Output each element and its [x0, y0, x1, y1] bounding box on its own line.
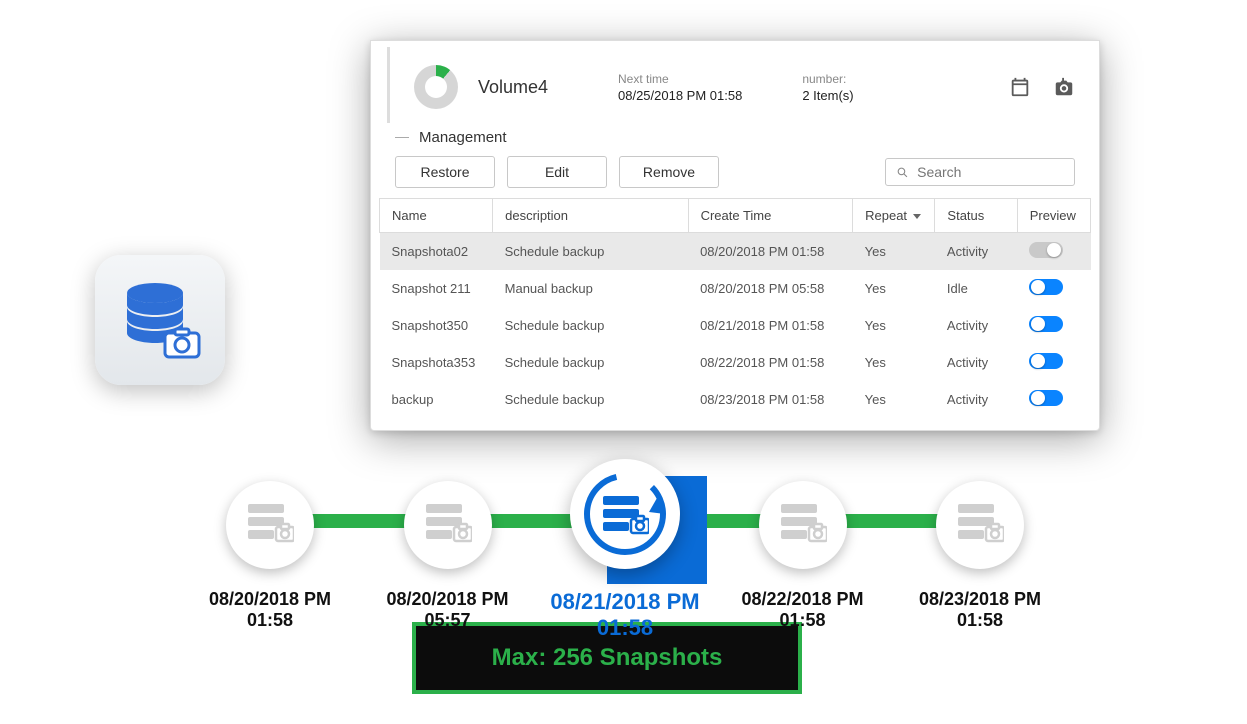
preview-toggle[interactable] — [1029, 316, 1063, 332]
search-box[interactable] — [885, 158, 1075, 186]
number-label: number: — [802, 72, 853, 86]
search-input[interactable] — [917, 164, 1064, 180]
cell-create-time: 08/23/2018 PM 01:58 — [688, 381, 853, 418]
timeline-label: 08/22/2018 PM 01:58 — [723, 589, 883, 631]
storage-snapshot-icon — [246, 500, 294, 549]
col-create-time[interactable]: Create Time — [688, 199, 853, 233]
cell-preview — [1017, 307, 1090, 344]
preview-toggle[interactable] — [1029, 353, 1063, 369]
cell-preview — [1017, 233, 1090, 271]
snapshot-count: number: 2 Item(s) — [802, 72, 853, 103]
cell-description: Schedule backup — [493, 233, 688, 271]
cell-status: Activity — [935, 344, 1017, 381]
cell-name: Snapshot 211 — [380, 270, 493, 307]
timeline-label: 08/20/2018 PM 01:58 — [190, 589, 350, 631]
timeline-circle — [759, 481, 847, 569]
storage-snapshot-icon — [956, 500, 1004, 549]
restore-cycle-icon — [581, 470, 669, 558]
cell-description: Schedule backup — [493, 381, 688, 418]
cell-repeat: Yes — [853, 344, 935, 381]
cell-repeat: Yes — [853, 270, 935, 307]
next-time-value: 08/25/2018 PM 01:58 — [618, 88, 742, 103]
timeline-node[interactable]: 08/20/2018 PM 05:57 — [368, 481, 528, 631]
remove-button[interactable]: Remove — [619, 156, 719, 188]
timeline-circle — [404, 481, 492, 569]
timeline-node[interactable]: 08/21/2018 PM 01:58 — [545, 470, 705, 641]
volume-usage-pie — [414, 65, 458, 109]
table-header-row: Name description Create Time Repeat Stat… — [380, 199, 1091, 233]
timeline-circle — [226, 481, 314, 569]
cell-status: Activity — [935, 233, 1017, 271]
timeline-label: 08/23/2018 PM 01:58 — [900, 589, 1060, 631]
edit-button[interactable]: Edit — [507, 156, 607, 188]
database-camera-icon — [115, 275, 205, 365]
cell-status: Activity — [935, 381, 1017, 418]
cell-name: Snapshota02 — [380, 233, 493, 271]
section-title: Management — [371, 123, 1099, 156]
search-icon — [896, 165, 909, 180]
header-meta: Next time 08/25/2018 PM 01:58 number: 2 … — [618, 72, 1009, 103]
cell-status: Activity — [935, 307, 1017, 344]
cell-name: Snapshota353 — [380, 344, 493, 381]
col-preview[interactable]: Preview — [1017, 199, 1090, 233]
snapshot-app-icon — [95, 255, 225, 385]
cell-create-time: 08/20/2018 PM 05:58 — [688, 270, 853, 307]
max-snapshots-text: Max: 256 Snapshots — [492, 644, 723, 671]
number-value: 2 Item(s) — [802, 88, 853, 103]
preview-toggle[interactable] — [1029, 390, 1063, 406]
toolbar: Restore Edit Remove — [371, 156, 1099, 198]
cell-repeat: Yes — [853, 233, 935, 271]
table-row[interactable]: Snapshota353Schedule backup08/22/2018 PM… — [380, 344, 1091, 381]
storage-snapshot-icon — [424, 500, 472, 549]
cell-preview — [1017, 381, 1090, 418]
cell-create-time: 08/20/2018 PM 01:58 — [688, 233, 853, 271]
restore-button[interactable]: Restore — [395, 156, 495, 188]
cell-status: Idle — [935, 270, 1017, 307]
cell-description: Schedule backup — [493, 307, 688, 344]
take-snapshot-icon[interactable] — [1053, 76, 1075, 98]
collapse-dash-icon[interactable] — [395, 137, 409, 138]
col-description[interactable]: description — [493, 199, 688, 233]
snapshot-management-panel: Volume4 Next time 08/25/2018 PM 01:58 nu… — [370, 40, 1100, 431]
table-row[interactable]: Snapshot 211Manual backup08/20/2018 PM 0… — [380, 270, 1091, 307]
storage-snapshot-icon — [779, 500, 827, 549]
cell-create-time: 08/22/2018 PM 01:58 — [688, 344, 853, 381]
cell-description: Manual backup — [493, 270, 688, 307]
preview-toggle[interactable] — [1029, 279, 1063, 295]
preview-toggle[interactable] — [1029, 242, 1063, 258]
cell-preview — [1017, 344, 1090, 381]
col-status[interactable]: Status — [935, 199, 1017, 233]
timeline-label: 08/20/2018 PM 05:57 — [368, 589, 528, 631]
timeline-label: 08/21/2018 PM 01:58 — [545, 589, 705, 641]
timeline-node[interactable]: 08/22/2018 PM 01:58 — [723, 481, 883, 631]
table-row[interactable]: backupSchedule backup08/23/2018 PM 01:58… — [380, 381, 1091, 418]
section-title-text: Management — [419, 129, 507, 146]
cell-description: Schedule backup — [493, 344, 688, 381]
timeline-circle — [936, 481, 1024, 569]
timeline-circle — [570, 459, 680, 569]
snapshot-table: Name description Create Time Repeat Stat… — [379, 198, 1091, 418]
col-name[interactable]: Name — [380, 199, 493, 233]
table-row[interactable]: Snapshota02Schedule backup08/20/2018 PM … — [380, 233, 1091, 271]
next-time-label: Next time — [618, 72, 742, 86]
snapshot-timeline: 08/20/2018 PM 01:58 08/20/2018 PM 05:57 08… — [190, 470, 1060, 641]
cell-name: backup — [380, 381, 493, 418]
volume-name: Volume4 — [478, 77, 618, 98]
calendar-icon[interactable] — [1009, 76, 1031, 98]
cell-create-time: 08/21/2018 PM 01:58 — [688, 307, 853, 344]
col-repeat[interactable]: Repeat — [853, 199, 935, 233]
cell-preview — [1017, 270, 1090, 307]
cell-repeat: Yes — [853, 307, 935, 344]
cell-name: Snapshot350 — [380, 307, 493, 344]
next-time: Next time 08/25/2018 PM 01:58 — [618, 72, 742, 103]
cell-repeat: Yes — [853, 381, 935, 418]
panel-header: Volume4 Next time 08/25/2018 PM 01:58 nu… — [387, 47, 1099, 123]
table-row[interactable]: Snapshot350Schedule backup08/21/2018 PM … — [380, 307, 1091, 344]
sort-caret-icon — [913, 214, 921, 219]
timeline-node[interactable]: 08/23/2018 PM 01:58 — [900, 481, 1060, 631]
timeline-node[interactable]: 08/20/2018 PM 01:58 — [190, 481, 350, 631]
